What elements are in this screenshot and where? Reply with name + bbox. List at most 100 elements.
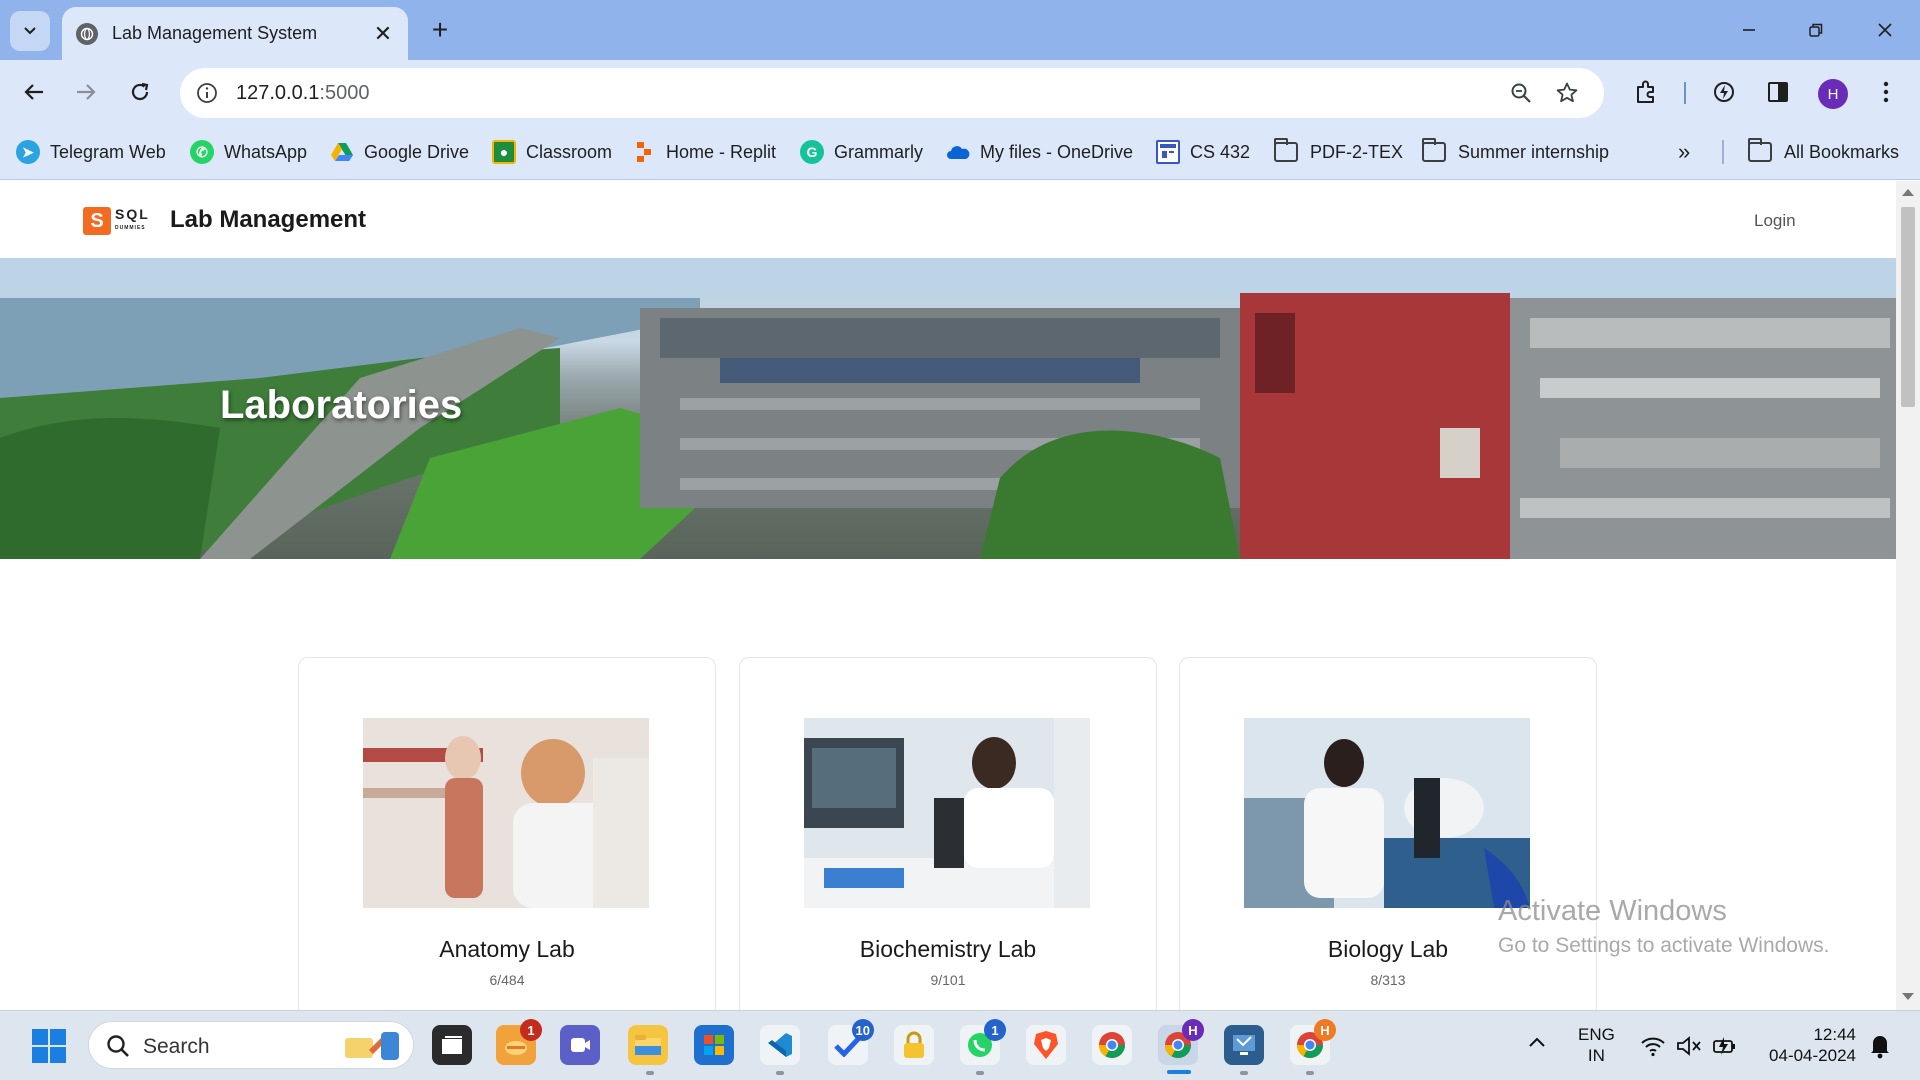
all-bookmarks-button[interactable]: All Bookmarks [1748,138,1899,166]
activate-line1: Activate Windows [1498,895,1727,927]
logo-subtext: DUMMIES [115,225,146,231]
whatsapp-taskbar-icon[interactable]: 1 [960,1019,1006,1065]
grammarly-icon: G [800,140,824,164]
language-indicator[interactable]: ENG IN [1578,1024,1615,1066]
remote-desktop-icon[interactable] [1224,1025,1264,1065]
teams-icon[interactable] [560,1025,600,1065]
microsoft-store-icon[interactable] [694,1025,734,1065]
chrome-profile-h-icon[interactable]: H [1158,1019,1204,1065]
bookmarks-divider [1722,140,1724,164]
site-logo[interactable]: S SQL DUMMIES [83,207,153,235]
reload-button[interactable] [122,74,158,110]
forward-button[interactable] [68,74,104,110]
biology-lab-photo [1244,718,1530,908]
page-scrollbar[interactable] [1896,181,1920,1010]
more-bookmarks-icon[interactable]: » [1678,138,1690,166]
battery-charging-icon[interactable] [1712,1035,1738,1062]
performance-icon[interactable] [1706,74,1742,110]
lock-app-icon[interactable] [894,1025,934,1065]
running-indicator [1306,1071,1314,1075]
start-button[interactable] [32,1029,66,1063]
profile-avatar[interactable]: H [1818,79,1848,109]
show-hidden-icons-chevron-up-icon[interactable] [1528,1035,1546,1053]
clock-time: 12:44 [1813,1025,1856,1044]
logo-mark: S [83,207,111,235]
profile-badge: H [1182,1019,1204,1041]
weather-widget-icon[interactable]: 1 [496,1019,542,1065]
running-indicator [1240,1071,1248,1075]
bookmark-classroom[interactable]: ● Classroom [492,138,612,166]
chrome-profile-h2-icon[interactable]: H [1290,1019,1336,1065]
scroll-up-arrow[interactable] [1902,189,1914,196]
restore-button[interactable] [1793,12,1839,48]
scroll-down-arrow[interactable] [1902,993,1914,1000]
bookmark-replit[interactable]: Home - Replit [632,138,776,166]
bookmark-label: My files - OneDrive [980,141,1134,162]
bookmark-google-drive[interactable]: Google Drive [330,138,469,166]
address-bar[interactable]: 127.0.0.1:5000 [180,68,1604,118]
system-clock[interactable]: 12:44 04-04-2024 [1760,1024,1856,1066]
search-highlight-icon [345,1032,399,1060]
bookmark-cs432[interactable]: CS 432 [1156,138,1250,166]
url-text[interactable]: 127.0.0.1:5000 [236,82,369,105]
bookmark-label: WhatsApp [224,141,308,162]
url-port: :5000 [319,82,370,104]
new-tab-button[interactable]: + [422,12,458,48]
menu-kebab-icon[interactable] [1868,74,1904,110]
bookmark-star-icon[interactable] [1552,78,1582,108]
bookmark-telegram[interactable]: ➤ Telegram Web [16,138,166,166]
login-link[interactable]: Login [1754,211,1796,231]
running-indicator [976,1071,984,1075]
bookmark-label: Google Drive [364,141,470,162]
all-bookmarks-label: All Bookmarks [1784,141,1900,162]
classroom-icon: ● [492,140,516,164]
url-host: 127.0.0.1 [236,82,320,104]
notification-badge: 1 [984,1019,1006,1041]
browser-tabstrip: Lab Management System ✕ + [0,0,1920,60]
tab-search-button[interactable] [10,11,50,51]
arrow-right-icon [77,84,96,100]
bookmark-folder-summer-internship[interactable]: Summer internship [1422,138,1609,166]
close-window-button[interactable] [1862,12,1908,48]
bookmark-folder-pdf2tex[interactable]: PDF-2-TEX [1274,138,1403,166]
close-tab-icon[interactable]: ✕ [372,21,394,47]
lab-count: 6/484 [489,972,525,988]
notification-badge: 10 [851,1019,874,1041]
minimize-button[interactable] [1726,12,1772,48]
brave-icon[interactable] [1026,1025,1066,1065]
site-brand[interactable]: Lab Management [170,206,366,234]
windows-taskbar: Search 1 10 1 H H ENG IN 12:44 04-04-202… [0,1010,1920,1080]
onedrive-icon [946,140,970,164]
taskbar-search[interactable]: Search [88,1021,414,1069]
side-panel-icon[interactable] [1760,74,1796,110]
activate-line2: Go to Settings to activate Windows. [1498,934,1830,957]
chrome-icon[interactable] [1092,1025,1132,1065]
scroll-thumb[interactable] [1901,207,1915,407]
profile-badge: H [1314,1019,1336,1041]
wifi-icon[interactable] [1640,1035,1666,1062]
folder-icon [1748,138,1772,162]
bookmark-grammarly[interactable]: G Grammarly [800,138,923,166]
bookmark-label: Home - Replit [666,141,777,162]
lab-card-anatomy[interactable]: Anatomy Lab 6/484 [298,657,716,1010]
lab-card-biochemistry[interactable]: Biochemistry Lab 9/101 [739,657,1157,1010]
bookmark-whatsapp[interactable]: ✆ WhatsApp [190,138,307,166]
vscode-icon[interactable] [760,1025,800,1065]
volume-muted-icon[interactable] [1676,1035,1702,1062]
extensions-icon[interactable] [1628,74,1664,110]
replit-icon [632,140,656,164]
site-info-icon[interactable] [192,78,222,108]
bookmark-onedrive[interactable]: My files - OneDrive [946,138,1133,166]
lab-name: Biochemistry Lab [859,936,1037,962]
lab-count: 8/313 [1370,972,1406,988]
chevron-down-icon [24,27,36,35]
reload-icon [131,82,149,101]
browser-tab-active[interactable]: Lab Management System ✕ [62,7,408,60]
todo-icon[interactable]: 10 [828,1019,874,1065]
notifications-icon[interactable] [1868,1031,1892,1064]
back-button[interactable] [16,74,52,110]
task-view-icon[interactable] [432,1025,472,1065]
zoom-icon[interactable] [1506,78,1536,108]
notification-badge: 1 [520,1019,542,1041]
file-explorer-icon[interactable] [628,1025,668,1065]
